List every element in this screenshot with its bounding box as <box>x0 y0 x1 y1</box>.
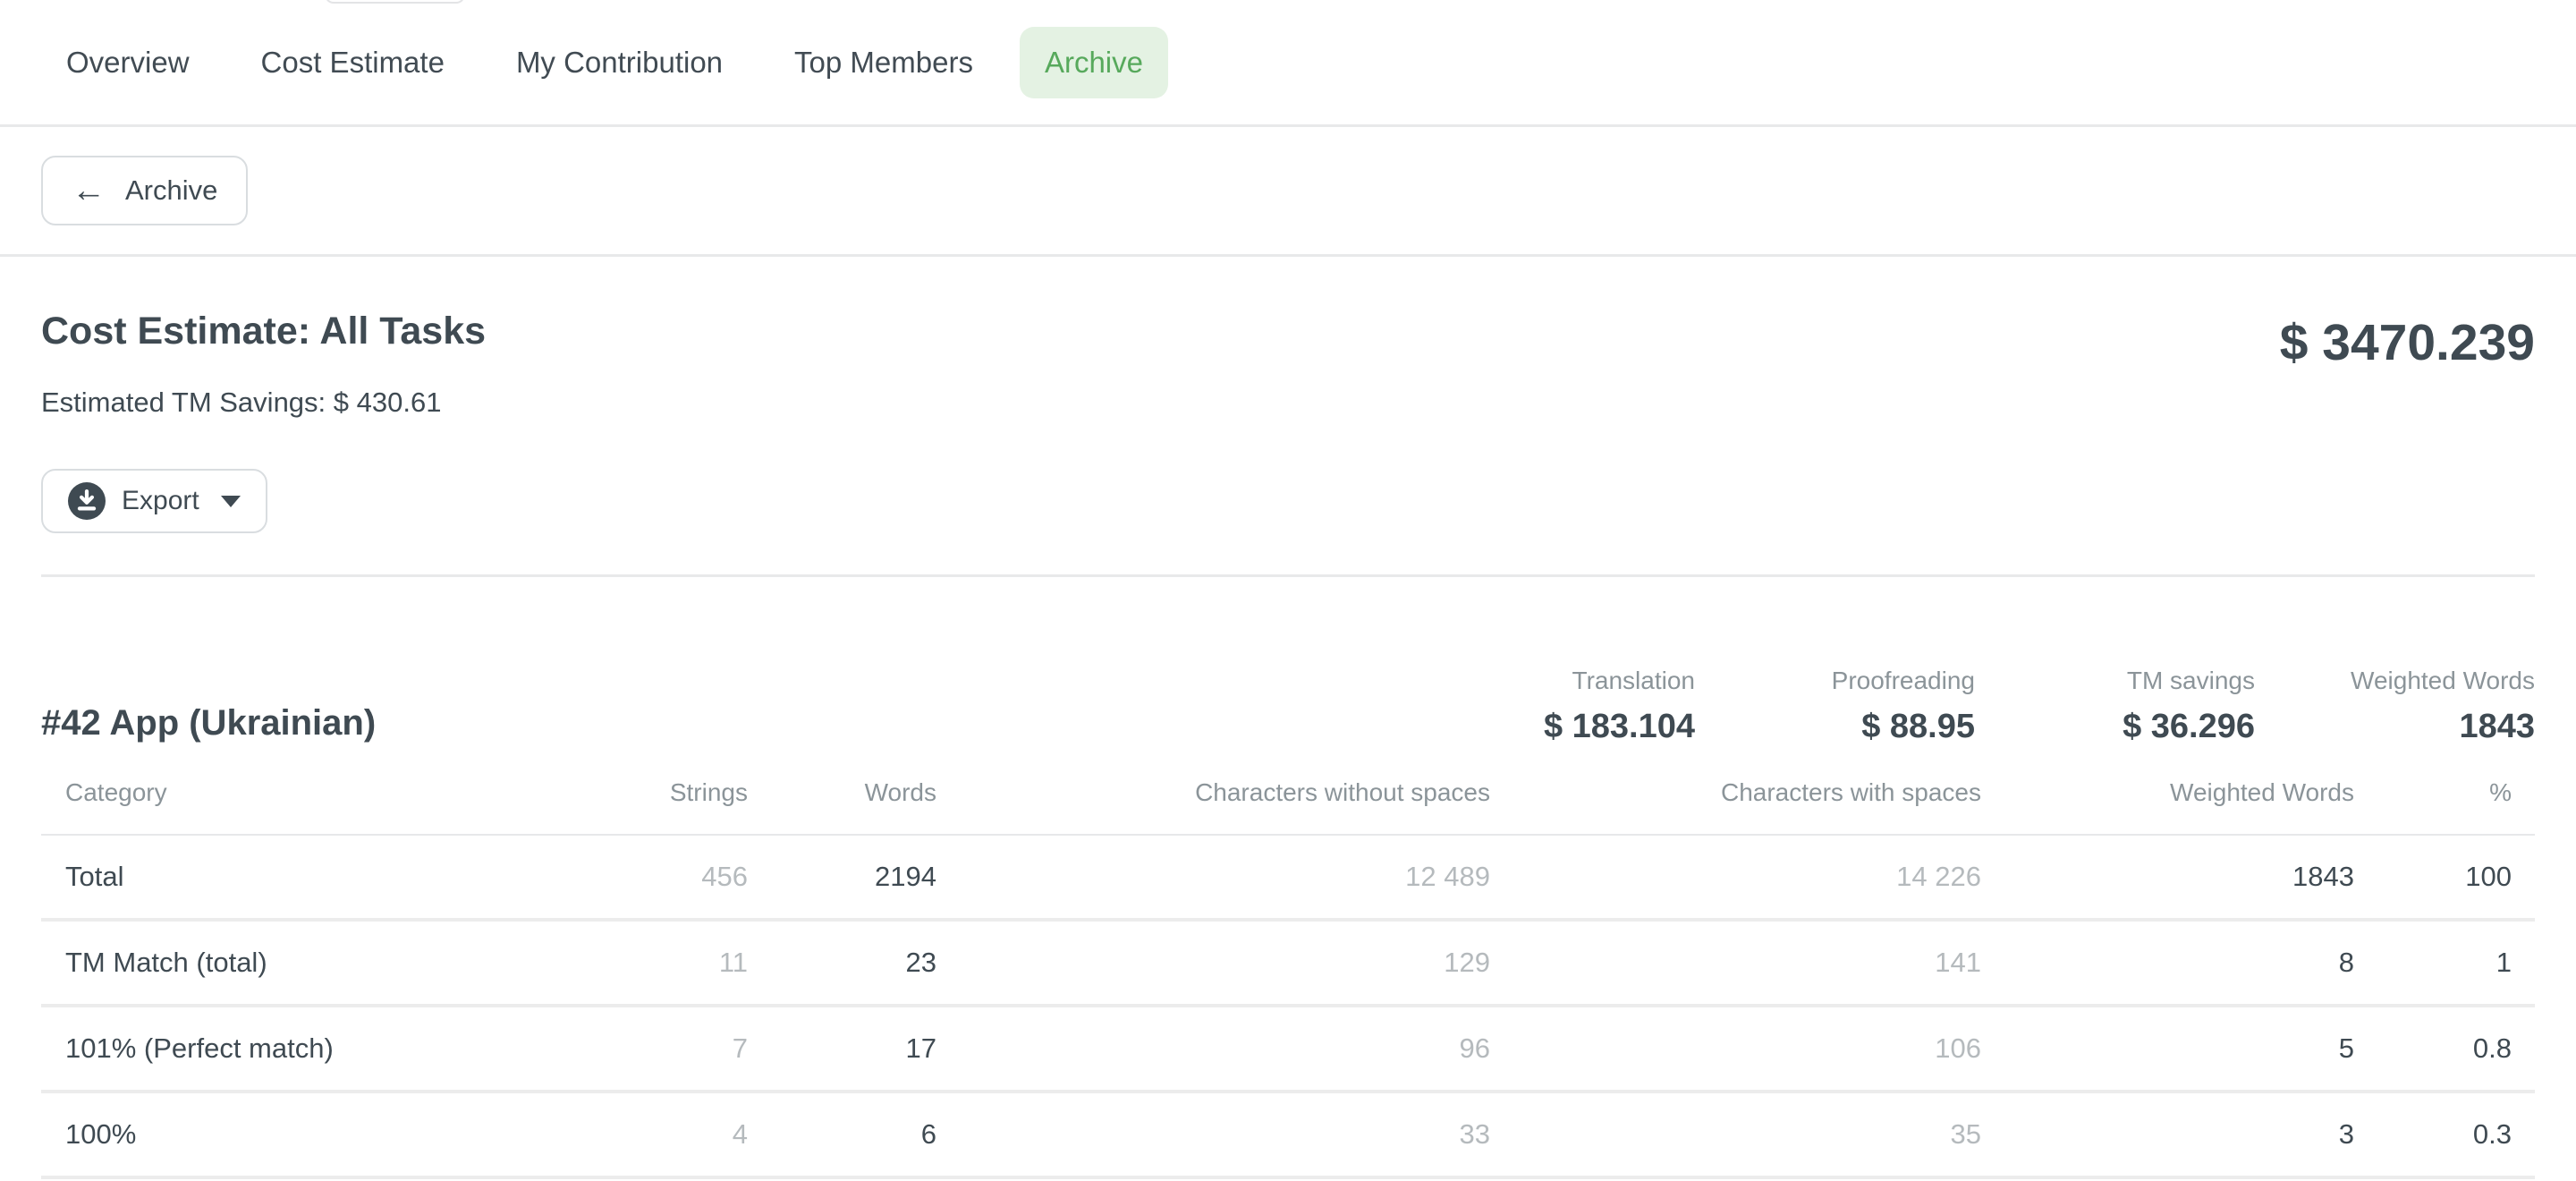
table-row-tm-match: TM Match (total) 11 23 129 141 8 1 <box>41 920 2535 1006</box>
cell-words: 23 <box>748 920 936 1006</box>
table-header-row: Category Strings Words Characters withou… <box>41 778 2535 835</box>
col-header-chars-with-spaces: Characters with spaces <box>1490 778 1981 835</box>
stat-value: $ 88.95 <box>1765 708 1975 746</box>
cell-chars-with: 106 <box>1490 1006 1981 1092</box>
cell-percent: 100 <box>2354 835 2535 920</box>
archive-back-button[interactable]: ← Archive <box>41 156 248 225</box>
cell-weighted: 1843 <box>1981 835 2354 920</box>
page-title: Cost Estimate: All Tasks <box>41 310 486 353</box>
task-title: #42 App (Ukrainian) <box>41 705 376 746</box>
cell-strings: 4 <box>488 1092 748 1177</box>
cell-chars-with: 35 <box>1490 1092 1981 1177</box>
cell-weighted: 8 <box>1981 920 2354 1006</box>
col-header-category: Category <box>41 778 488 835</box>
col-header-words: Words <box>748 778 936 835</box>
stat-value: $ 183.104 <box>1485 708 1695 746</box>
cell-category: 101% (Perfect match) <box>41 1006 488 1092</box>
cell-chars-without: 33 <box>936 1092 1490 1177</box>
table-row-101-perfect-match: 101% (Perfect match) 7 17 96 106 5 0.8 <box>41 1006 2535 1092</box>
stat-tm-savings: TM savings $ 36.296 <box>2045 667 2255 746</box>
cell-chars-without: 12 489 <box>936 835 1490 920</box>
cell-chars-without: 129 <box>936 920 1490 1006</box>
cell-percent: 0.3 <box>2354 1092 2535 1177</box>
col-header-percent: % <box>2354 778 2535 835</box>
export-row: Export <box>41 469 2535 533</box>
tab-archive[interactable]: Archive <box>1020 27 1168 98</box>
col-header-chars-without-spaces: Characters without spaces <box>936 778 1490 835</box>
table-row-100: 100% 4 6 33 35 3 0.3 <box>41 1092 2535 1177</box>
task-stats: Translation $ 183.104 Proofreading $ 88.… <box>1415 667 2535 746</box>
download-circle-icon <box>68 482 106 520</box>
cell-percent: 0.8 <box>2354 1006 2535 1092</box>
col-header-strings: Strings <box>488 778 748 835</box>
stat-value: $ 36.296 <box>2045 708 2255 746</box>
stat-translation: Translation $ 183.104 <box>1485 667 1695 746</box>
tab-bar: Overview Cost Estimate My Contribution T… <box>0 0 2576 127</box>
cell-weighted: 5 <box>1981 1006 2354 1092</box>
divider <box>41 574 2535 577</box>
tab-top-members[interactable]: Top Members <box>769 27 998 98</box>
stat-value: 1843 <box>2325 708 2535 746</box>
cell-category: 100% <box>41 1092 488 1177</box>
export-button[interactable]: Export <box>41 469 267 533</box>
export-label: Export <box>122 486 199 516</box>
cell-strings: 11 <box>488 920 748 1006</box>
cell-category: Total <box>41 835 488 920</box>
stat-label: Weighted Words <box>2325 667 2535 695</box>
stat-label: TM savings <box>2045 667 2255 695</box>
tm-savings-subtitle: Estimated TM Savings: $ 430.61 <box>41 387 486 419</box>
cost-estimate-header: Cost Estimate: All Tasks Estimated TM Sa… <box>41 310 2535 419</box>
stat-label: Proofreading <box>1765 667 1975 695</box>
archive-back-row: ← Archive <box>0 127 2576 257</box>
tab-cost-estimate[interactable]: Cost Estimate <box>236 27 470 98</box>
cell-strings: 7 <box>488 1006 748 1092</box>
cell-words: 6 <box>748 1092 936 1177</box>
cell-words: 2194 <box>748 835 936 920</box>
cost-table: Category Strings Words Characters withou… <box>41 778 2535 1179</box>
caret-down-icon <box>221 496 241 507</box>
col-header-weighted-words: Weighted Words <box>1981 778 2354 835</box>
cell-chars-with: 141 <box>1490 920 1981 1006</box>
cell-strings: 456 <box>488 835 748 920</box>
cell-chars-with: 14 226 <box>1490 835 1981 920</box>
table-row-total: Total 456 2194 12 489 14 226 1843 100 <box>41 835 2535 920</box>
cost-estimate-header-left: Cost Estimate: All Tasks Estimated TM Sa… <box>41 310 486 419</box>
cell-chars-without: 96 <box>936 1006 1490 1092</box>
cell-percent: 1 <box>2354 920 2535 1006</box>
tab-overview[interactable]: Overview <box>41 27 215 98</box>
arrow-left-icon: ← <box>72 174 106 208</box>
grand-total-value: $ 3470.239 <box>2280 318 2535 369</box>
cell-category: TM Match (total) <box>41 920 488 1006</box>
tab-my-contribution[interactable]: My Contribution <box>491 27 748 98</box>
task-section-header: #42 App (Ukrainian) Translation $ 183.10… <box>41 667 2535 746</box>
stat-weighted-words: Weighted Words 1843 <box>2325 667 2535 746</box>
cell-weighted: 3 <box>1981 1092 2354 1177</box>
stat-label: Translation <box>1485 667 1695 695</box>
archive-back-label: Archive <box>125 174 217 207</box>
cell-words: 17 <box>748 1006 936 1092</box>
stat-proofreading: Proofreading $ 88.95 <box>1765 667 1975 746</box>
